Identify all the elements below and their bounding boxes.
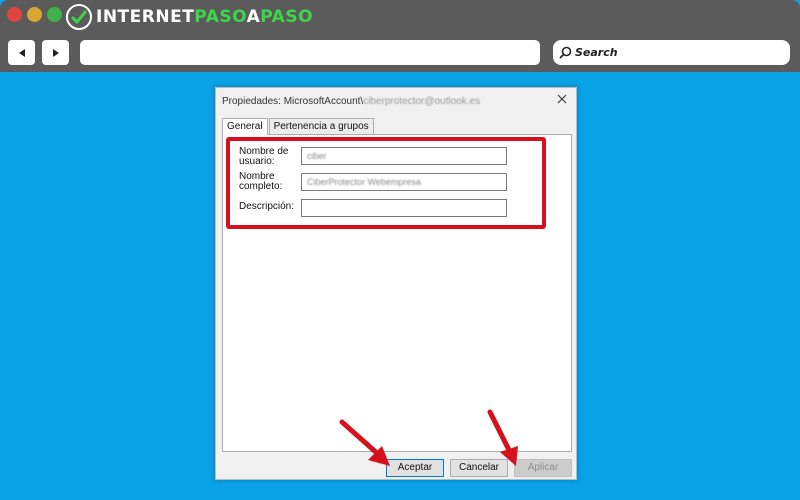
logo-text: INTERNETPASOAPASO (96, 7, 314, 27)
forward-button[interactable] (42, 40, 69, 65)
maximize-window-button[interactable] (47, 7, 62, 22)
search-label: Search (575, 46, 618, 59)
tab-panel-general: Nombre de usuario: ciber Nombre completo… (222, 134, 572, 452)
dialog-title: Propiedades: MicrosoftAccount\ciberprote… (222, 96, 481, 107)
site-logo: INTERNETPASOAPASO (66, 4, 313, 30)
arrow-left-icon (18, 48, 25, 57)
arrow-pointer-icon (487, 409, 518, 466)
dialog-title-email: ciberprotector@outlook.es (363, 96, 481, 107)
arrow-right-icon (52, 48, 59, 57)
dialog-close-button[interactable] (554, 91, 570, 107)
arrow-pointer-icon (339, 419, 390, 466)
address-bar[interactable] (80, 40, 540, 65)
close-icon (557, 94, 567, 104)
close-window-button[interactable] (7, 7, 22, 22)
search-input[interactable]: Search (553, 40, 790, 65)
tab-general[interactable]: General (222, 118, 268, 135)
username-field[interactable]: ciber (301, 147, 507, 165)
fullname-label: Nombre completo: (239, 171, 283, 192)
username-label: Nombre de usuario: (239, 146, 289, 167)
tab-group-membership[interactable]: Pertenencia a grupos (268, 118, 374, 134)
back-button[interactable] (8, 40, 35, 65)
search-icon (559, 46, 572, 59)
browser-titlebar: INTERNETPASOAPASO (0, 0, 800, 34)
accept-button[interactable]: Aceptar (386, 459, 444, 477)
minimize-window-button[interactable] (27, 7, 42, 22)
dialog-tabs: General Pertenencia a grupos (222, 118, 375, 135)
logo-badge-icon (66, 4, 92, 30)
description-label: Descripción: (239, 201, 295, 212)
description-field[interactable] (301, 199, 507, 217)
browser-chrome: INTERNETPASOAPASO Search (0, 0, 800, 72)
fullname-field[interactable]: CiberProtector Webempresa (301, 173, 507, 191)
